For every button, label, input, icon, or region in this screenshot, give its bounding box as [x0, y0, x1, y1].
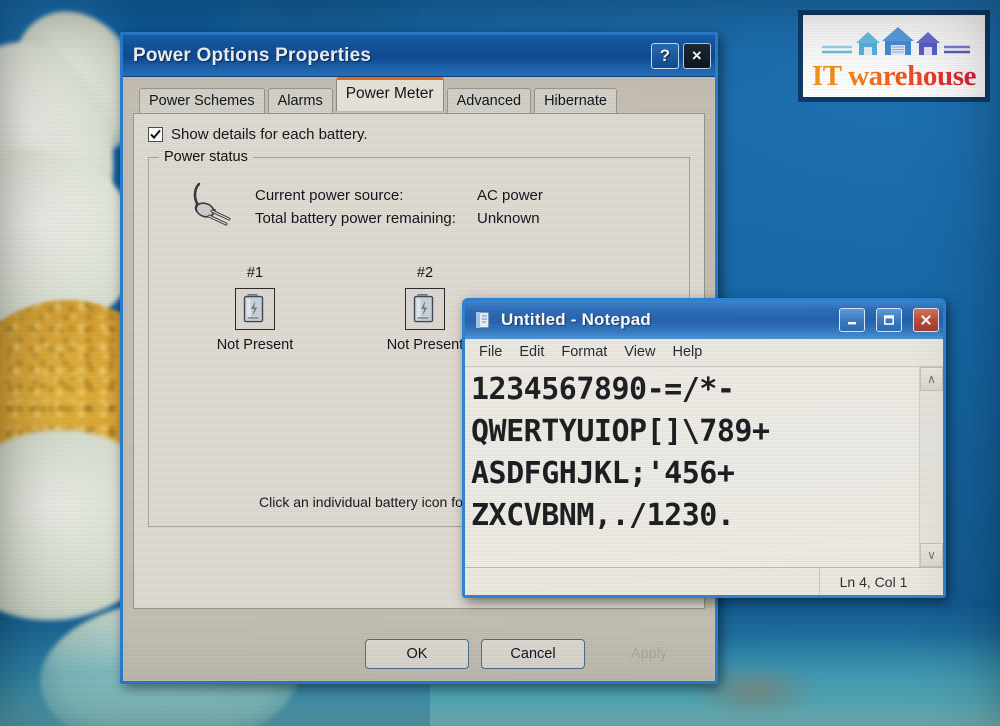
menu-view[interactable]: View	[618, 343, 666, 361]
battery-icon	[243, 293, 264, 322]
scroll-down-icon[interactable]: ∨	[920, 543, 943, 567]
notepad-titlebar[interactable]: Untitled - Notepad	[465, 301, 943, 339]
battery-icon-button-1[interactable]	[235, 287, 275, 330]
status-line: Current power source: AC power	[255, 184, 543, 207]
total-battery-remaining-label: Total battery power remaining:	[255, 210, 456, 228]
cancel-button[interactable]: Cancel	[481, 639, 585, 669]
show-details-checkbox[interactable]	[148, 127, 163, 142]
notepad-text-area-wrap: 1234567890-=/*- QWERTYUIOP[]\789+ ASDFGH…	[465, 367, 943, 567]
apply-button: Apply	[630, 646, 668, 662]
warehouse-houses-icon	[822, 27, 970, 55]
current-power-source-label: Current power source:	[255, 187, 404, 204]
tab-power-meter[interactable]: Power Meter	[335, 77, 444, 111]
battery-number: #2	[416, 264, 434, 281]
notepad-icon	[475, 311, 490, 329]
resize-grip[interactable]	[927, 568, 943, 595]
total-battery-remaining-value: Unknown	[477, 210, 540, 228]
show-details-label: Show details for each battery.	[171, 126, 368, 143]
battery-item-1: #1 Not Present	[209, 265, 301, 353]
close-icon	[921, 315, 931, 325]
tabstrip: Power Schemes Alarms Power Meter Advance…	[133, 77, 705, 115]
minimize-icon	[848, 322, 856, 325]
power-status-legend: Power status	[159, 149, 253, 165]
battery-state: Not Present	[386, 336, 464, 353]
menu-edit[interactable]: Edit	[513, 343, 555, 361]
notepad-status-bar: Ln 4, Col 1	[465, 567, 943, 595]
power-dialog-titlebar[interactable]: Power Options Properties ? ×	[123, 35, 715, 77]
tab-hibernate[interactable]: Hibernate	[534, 88, 617, 115]
screen: Power Options Properties ? × Power Schem…	[0, 0, 1000, 726]
it-warehouse-logo: IT warehouse	[798, 10, 990, 102]
logo-text: IT warehouse	[811, 60, 977, 92]
maximize-button[interactable]	[876, 308, 902, 332]
checkmark-icon	[150, 129, 161, 140]
notepad-window: Untitled - Notepad File Edit Format View…	[462, 298, 946, 598]
close-icon[interactable]: ×	[683, 42, 711, 69]
minimize-button[interactable]	[839, 308, 865, 332]
power-dialog-title: Power Options Properties	[133, 44, 372, 66]
notepad-text-area[interactable]: 1234567890-=/*- QWERTYUIOP[]\789+ ASDFGH…	[465, 367, 919, 567]
power-source-row: Current power source: AC power Total bat…	[163, 176, 675, 231]
current-power-source-value: AC power	[477, 187, 543, 204]
notepad-vertical-scrollbar[interactable]: ∧ ∨	[919, 367, 943, 567]
menu-help[interactable]: Help	[666, 343, 713, 361]
battery-item-2: #2 Not Present	[379, 265, 471, 353]
notepad-menubar: File Edit Format View Help	[465, 339, 943, 367]
notepad-body: File Edit Format View Help 1234567890-=/…	[465, 339, 943, 595]
status-line: Total battery power remaining: Unknown	[255, 207, 543, 230]
tab-alarms[interactable]: Alarms	[267, 88, 333, 115]
notepad-title: Untitled - Notepad	[501, 310, 651, 329]
battery-icon	[413, 293, 434, 322]
power-plug-icon	[193, 182, 231, 226]
tab-advanced[interactable]: Advanced	[446, 88, 532, 115]
battery-hint-text: Click an individual battery icon for	[259, 494, 468, 510]
close-button[interactable]	[913, 308, 939, 332]
battery-number: #1	[246, 264, 264, 281]
help-button[interactable]: ?	[651, 42, 679, 69]
ok-button[interactable]: OK	[365, 639, 469, 669]
menu-format[interactable]: Format	[555, 343, 618, 361]
logo-inner: IT warehouse	[803, 15, 985, 97]
maximize-icon	[883, 315, 894, 325]
scroll-up-icon[interactable]: ∧	[920, 367, 943, 391]
battery-state: Not Present	[216, 336, 294, 353]
cursor-position-status: Ln 4, Col 1	[819, 568, 927, 595]
menu-file[interactable]: File	[473, 343, 513, 361]
battery-icon-button-2[interactable]	[405, 287, 445, 330]
power-status-lines: Current power source: AC power Total bat…	[255, 182, 543, 231]
tab-power-schemes[interactable]: Power Schemes	[139, 88, 265, 115]
dialog-buttons: OK Cancel Apply	[365, 639, 701, 669]
show-details-row[interactable]: Show details for each battery.	[148, 126, 690, 143]
